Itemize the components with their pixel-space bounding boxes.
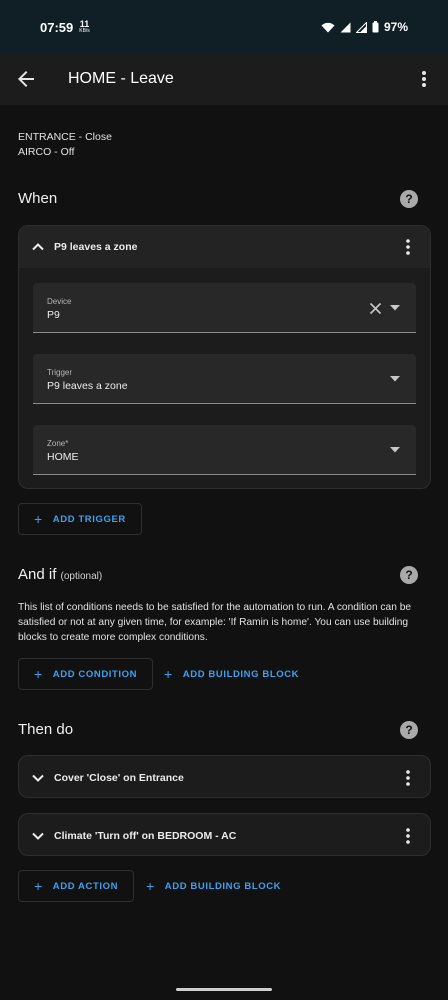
- plus-icon: +: [34, 666, 43, 682]
- back-arrow-icon[interactable]: [14, 67, 38, 91]
- more-vert-icon[interactable]: [400, 238, 416, 256]
- section-title-then-do: Then do: [18, 721, 74, 738]
- description-line: AIRCO - Off: [18, 146, 75, 158]
- action-card-label: Climate 'Turn off' on BEDROOM - AC: [54, 829, 237, 842]
- description-line: ENTRANCE - Close: [18, 131, 112, 143]
- section-title-when: When: [18, 190, 58, 207]
- plus-icon: +: [164, 666, 173, 682]
- add-building-block-button[interactable]: + ADD BUILDING BLOCK: [164, 658, 299, 690]
- automation-description[interactable]: ENTRANCE - Close AIRCO - Off: [18, 130, 112, 160]
- add-condition-button[interactable]: + ADD CONDITION: [18, 658, 154, 690]
- home-indicator[interactable]: [176, 988, 272, 991]
- status-icons: 97%: [321, 20, 408, 34]
- more-vert-icon[interactable]: [414, 67, 434, 91]
- action-card-header[interactable]: Cover 'Close' on Entrance: [19, 756, 430, 799]
- action-card-label: Cover 'Close' on Entrance: [54, 771, 184, 784]
- caret-down-icon[interactable]: [390, 305, 400, 311]
- plus-icon: +: [34, 511, 43, 527]
- network-speed: 11 KB/s: [79, 20, 90, 34]
- status-time: 07:59: [40, 19, 74, 35]
- trigger-card-label: P9 leaves a zone: [54, 241, 138, 253]
- action-card[interactable]: Cover 'Close' on Entrance: [18, 755, 431, 798]
- trigger-select[interactable]: Trigger P9 leaves a zone: [33, 354, 416, 404]
- field-label: Zone*: [47, 439, 69, 448]
- field-value: HOME: [47, 451, 79, 463]
- section-title-text: And if: [18, 566, 57, 583]
- button-label: ADD ACTION: [52, 880, 119, 892]
- signal-icon: [340, 22, 351, 32]
- more-vert-icon[interactable]: [400, 769, 416, 787]
- chevron-down-icon[interactable]: [31, 771, 45, 785]
- caret-down-icon[interactable]: [390, 447, 400, 453]
- field-value: P9 leaves a zone: [47, 380, 128, 392]
- network-speed-unit: KB/s: [79, 28, 90, 34]
- help-icon[interactable]: ?: [400, 190, 418, 208]
- wifi-icon: [321, 22, 335, 32]
- field-label: Trigger: [47, 368, 73, 377]
- field-label: Device: [47, 297, 72, 306]
- trigger-card: P9 leaves a zone Device P9 Trigger P9 le…: [18, 225, 431, 489]
- help-icon[interactable]: ?: [400, 566, 418, 584]
- add-action-button[interactable]: + ADD ACTION: [18, 870, 135, 902]
- more-vert-icon[interactable]: [400, 827, 416, 845]
- add-building-block-button[interactable]: + ADD BUILDING BLOCK: [146, 870, 281, 902]
- button-label: ADD TRIGGER: [52, 513, 126, 525]
- close-icon[interactable]: [369, 302, 382, 315]
- device-select[interactable]: Device P9: [33, 283, 416, 333]
- help-icon[interactable]: ?: [400, 721, 418, 739]
- field-value: P9: [47, 309, 60, 321]
- trigger-card-header[interactable]: P9 leaves a zone: [19, 226, 430, 268]
- conditions-description: This list of conditions needs to be sati…: [18, 602, 412, 643]
- plus-icon: +: [146, 878, 155, 894]
- section-title-and-if: And if (optional): [18, 566, 102, 583]
- button-label: ADD BUILDING BLOCK: [182, 668, 300, 680]
- status-bar: 07:59 11 KB/s 97%: [0, 0, 448, 54]
- battery-icon: [372, 21, 379, 33]
- chevron-down-icon[interactable]: [31, 829, 45, 843]
- action-card[interactable]: Climate 'Turn off' on BEDROOM - AC: [18, 813, 431, 856]
- battery-level: 97%: [383, 20, 408, 34]
- plus-icon: +: [34, 878, 43, 894]
- caret-down-icon[interactable]: [390, 376, 400, 382]
- zone-select[interactable]: Zone* HOME: [33, 425, 416, 475]
- signal-icon-2: [355, 21, 367, 33]
- button-label: ADD BUILDING BLOCK: [164, 880, 282, 892]
- optional-label: (optional): [60, 571, 103, 582]
- app-bar: HOME - Leave: [0, 54, 448, 105]
- chevron-up-icon[interactable]: [31, 240, 45, 254]
- add-trigger-button[interactable]: + ADD TRIGGER: [18, 503, 142, 535]
- action-card-header[interactable]: Climate 'Turn off' on BEDROOM - AC: [19, 814, 430, 857]
- page-title: HOME - Leave: [68, 70, 174, 87]
- button-label: ADD CONDITION: [52, 668, 138, 680]
